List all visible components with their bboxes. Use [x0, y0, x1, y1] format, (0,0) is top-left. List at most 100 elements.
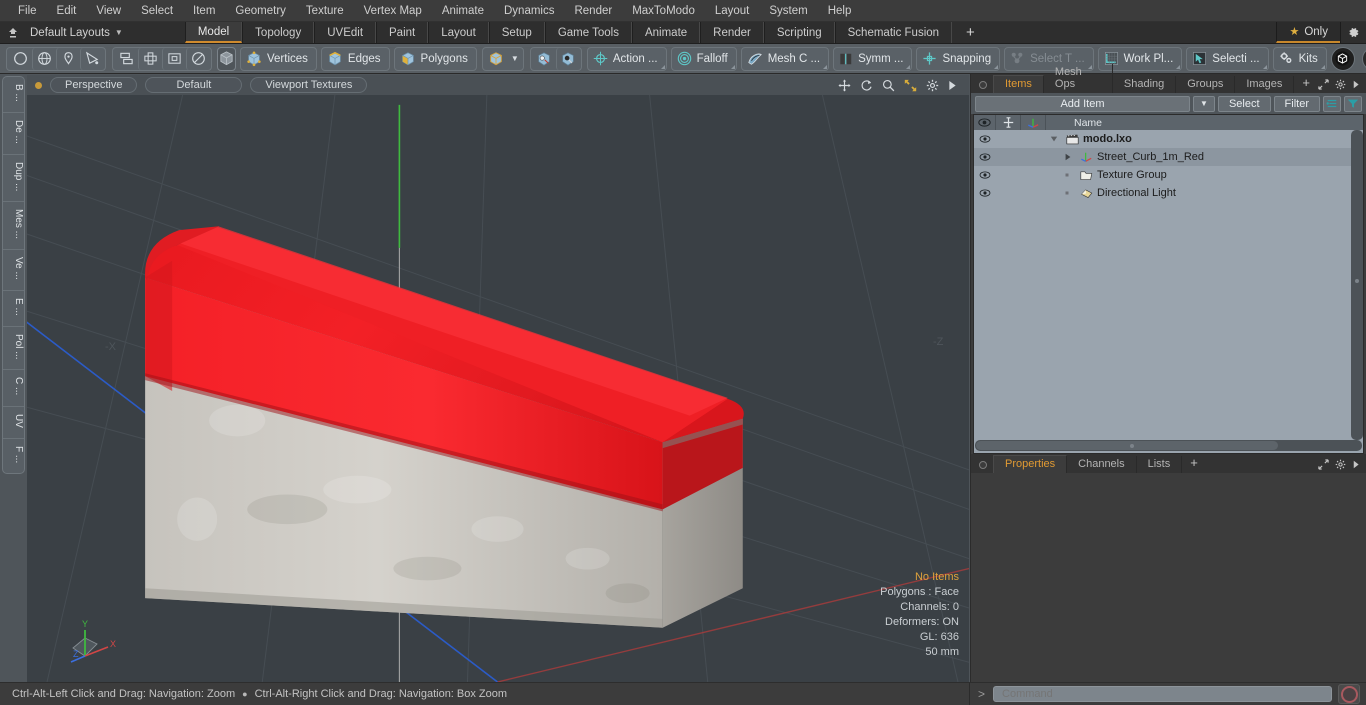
kits-button[interactable]: Kits: [1272, 46, 1327, 71]
viewport-projection-dropdown[interactable]: Perspective: [50, 77, 138, 93]
items-list-vertical-scrollbar[interactable]: [1351, 130, 1363, 440]
only-toggle-button[interactable]: ★ Only: [1276, 22, 1340, 43]
tab-shading[interactable]: Shading: [1113, 76, 1177, 93]
menu-item-animate[interactable]: Animate: [432, 0, 494, 22]
tab-game-tools[interactable]: Game Tools: [544, 22, 632, 43]
tab-paint[interactable]: Paint: [376, 22, 429, 43]
shading-icon-1[interactable]: [532, 48, 556, 70]
tab-groups[interactable]: Groups: [1176, 76, 1236, 93]
menu-item-system[interactable]: System: [759, 0, 817, 22]
tab-uvedit[interactable]: UVEdit: [314, 22, 377, 43]
left-tab-edge[interactable]: E ...: [3, 291, 24, 327]
add-item-dropdown-icon[interactable]: ▼: [1192, 95, 1215, 112]
tab-properties[interactable]: Properties: [993, 455, 1068, 473]
left-tab-curve[interactable]: C ...: [3, 370, 24, 407]
selection-mode-edges[interactable]: Edges: [320, 46, 390, 71]
item-name-cell[interactable]: Texture Group: [1046, 169, 1363, 181]
rotate-icon[interactable]: [860, 79, 873, 92]
list-item[interactable]: Directional Light: [974, 184, 1363, 202]
visibility-toggle-icon[interactable]: [974, 135, 996, 143]
left-tab-basic[interactable]: B ...: [3, 77, 24, 113]
menu-item-edit[interactable]: Edit: [47, 0, 87, 22]
expand-triangle-icon[interactable]: [1050, 135, 1062, 143]
left-tab-uv[interactable]: UV: [3, 407, 24, 439]
left-tab-duplicate[interactable]: Dup ...: [3, 155, 24, 203]
selection-mode-vertices[interactable]: Vertices: [240, 46, 317, 71]
left-tab-deform[interactable]: De ...: [3, 113, 24, 155]
item-name-cell[interactable]: modo.lxo: [1046, 133, 1363, 145]
menu-item-item[interactable]: Item: [183, 0, 225, 22]
visibility-toggle-icon[interactable]: [974, 153, 996, 161]
move-icon[interactable]: [838, 78, 851, 92]
panel-play-icon[interactable]: [1352, 80, 1360, 89]
center-icon[interactable]: [138, 47, 162, 70]
command-record-button[interactable]: [1338, 684, 1360, 704]
left-tab-fusion[interactable]: F ...: [3, 439, 24, 473]
chevron-down-icon[interactable]: ▼: [508, 48, 522, 70]
menu-item-maxtomodo[interactable]: MaxToModo: [622, 0, 705, 22]
panel-menu-dot[interactable]: [979, 81, 987, 89]
panel-gear-icon[interactable]: [1335, 459, 1346, 470]
panel-gear-icon[interactable]: [1335, 79, 1346, 90]
list-view-icon[interactable]: [1323, 95, 1341, 112]
viewport-state-dot[interactable]: [35, 81, 42, 89]
select-button[interactable]: Select: [1217, 95, 1271, 112]
fit-icon[interactable]: [904, 79, 917, 92]
pen-icon[interactable]: [56, 47, 80, 70]
expand-panel-icon[interactable]: [1318, 459, 1329, 470]
viewport-shading-dropdown[interactable]: Viewport Textures: [250, 77, 368, 93]
menu-item-geometry[interactable]: Geometry: [225, 0, 296, 22]
tab-scripting[interactable]: Scripting: [763, 22, 835, 43]
add-item-button[interactable]: Add Item: [975, 95, 1190, 112]
unreal-logo-icon[interactable]: [1361, 46, 1366, 71]
items-list[interactable]: Name modo.lxo Street_Curb_1m_Red Texture…: [973, 114, 1364, 454]
tab-channels[interactable]: Channels: [1067, 456, 1137, 473]
tab-schematic-fusion[interactable]: Schematic Fusion: [834, 22, 953, 43]
falloff-button[interactable]: Falloff: [670, 46, 737, 71]
visibility-toggle-icon[interactable]: [974, 189, 996, 197]
viewport-preset-dropdown[interactable]: Default: [145, 77, 243, 93]
menu-item-layout[interactable]: Layout: [705, 0, 760, 22]
tab-model[interactable]: Model: [184, 22, 243, 43]
action-center-button[interactable]: Action ...: [586, 46, 667, 71]
funnel-icon[interactable]: [1344, 95, 1362, 112]
item-name-cell[interactable]: Directional Light: [1046, 187, 1363, 199]
add-tab-button[interactable]: +: [952, 22, 989, 43]
add-panel-tab-button[interactable]: +: [1294, 74, 1318, 93]
tab-layout[interactable]: Layout: [428, 22, 489, 43]
box-select-icon[interactable]: [162, 47, 186, 70]
cube-icon[interactable]: [484, 48, 508, 70]
gear-icon[interactable]: [926, 79, 939, 92]
expand-panel-icon[interactable]: [1318, 79, 1329, 90]
layout-settings-button[interactable]: [1340, 22, 1366, 43]
tab-render[interactable]: Render: [700, 22, 764, 43]
viewport-3d[interactable]: -X -Z Y X Z No Items Polygons : Face Cha…: [27, 95, 969, 682]
list-item[interactable]: Texture Group: [974, 166, 1363, 184]
item-name-cell[interactable]: Street_Curb_1m_Red: [1046, 151, 1363, 163]
list-item[interactable]: Street_Curb_1m_Red: [974, 148, 1363, 166]
symmetry-button[interactable]: Symm ...: [833, 46, 913, 71]
visibility-toggle-icon[interactable]: [974, 171, 996, 179]
left-tab-vertex[interactable]: Ve ...: [3, 250, 24, 291]
command-input[interactable]: [993, 686, 1332, 702]
tab-setup[interactable]: Setup: [488, 22, 545, 43]
menu-item-texture[interactable]: Texture: [296, 0, 354, 22]
duplicate-icon[interactable]: [114, 48, 138, 70]
left-tab-polygon[interactable]: Pol ...: [3, 327, 24, 371]
curve-icon[interactable]: [80, 47, 104, 70]
default-layouts-dropdown[interactable]: Default Layouts ▼: [26, 22, 133, 43]
menu-item-select[interactable]: Select: [131, 0, 183, 22]
circle-icon[interactable]: [8, 48, 32, 70]
shading-icon-2[interactable]: [555, 47, 580, 70]
expand-triangle-icon[interactable]: [1064, 153, 1076, 161]
solid-cube-icon[interactable]: [217, 46, 236, 71]
modo-logo-icon[interactable]: [1330, 46, 1355, 71]
properties-menu-dot[interactable]: [979, 461, 987, 469]
zoom-icon[interactable]: [882, 79, 895, 92]
tab-topology[interactable]: Topology: [242, 22, 315, 43]
menu-item-dynamics[interactable]: Dynamics: [494, 0, 564, 22]
menu-item-file[interactable]: File: [8, 0, 47, 22]
add-properties-tab-button[interactable]: +: [1182, 454, 1206, 473]
filter-button[interactable]: Filter: [1273, 95, 1320, 112]
snapping-button[interactable]: Snapping: [916, 46, 1001, 71]
